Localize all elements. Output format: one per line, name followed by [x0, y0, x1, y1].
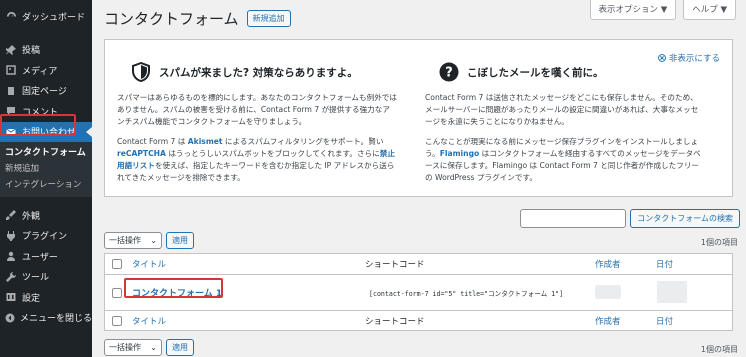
flamingo-heading: ? こぼしたメールを嘆く前に。 [439, 62, 705, 82]
sidebar-item-label: ユーザー [22, 252, 58, 263]
column-shortcode-footer: ショートコード [365, 317, 425, 327]
recaptcha-link[interactable]: reCAPTCHA [117, 149, 166, 158]
sidebar-item-dashboard[interactable]: ダッシュボード [0, 6, 92, 27]
spam-column: スパムが来ました? 対策ならありますよ。 スパマーはあらゆるものを標的にします。… [117, 62, 397, 192]
spam-p2-text: Contact Form 7 は [117, 137, 188, 146]
pin-icon [5, 44, 17, 56]
table-footer-row: タイトル ショートコード 作成者 日付 [105, 310, 732, 331]
sidebar-item-plugins[interactable]: プラグイン [0, 226, 92, 247]
column-title-footer[interactable]: タイトル [132, 315, 166, 327]
table-header-row: タイトル ショートコード 作成者 日付 [105, 254, 732, 275]
main-content: 表示オプション ▼ ヘルプ ▼ コンタクトフォーム 新規追加 非表示にする スパ… [92, 0, 746, 357]
media-icon [5, 64, 17, 76]
sidebar-item-tools[interactable]: ツール [0, 267, 92, 288]
screen-meta-links: 表示オプション ▼ ヘルプ ▼ [589, 0, 736, 20]
collapse-menu-button[interactable]: メニューを閉じる [0, 308, 92, 329]
sidebar-item-label: 投稿 [22, 46, 41, 57]
sidebar-item-label: ダッシュボード [22, 12, 86, 23]
highlight-box-form-title [124, 278, 223, 298]
column-date[interactable]: 日付 [656, 258, 673, 270]
bulk-action-label: 一括操作 [109, 236, 141, 245]
items-count: 1個の項目 [700, 238, 738, 247]
collapse-icon [5, 312, 15, 324]
sidebar-item-pages[interactable]: 固定ページ [0, 81, 92, 102]
sidebar-item-media[interactable]: メディア [0, 60, 92, 81]
submenu-add-new[interactable]: 新規追加 [0, 161, 92, 177]
chevron-down-icon: ⌄ [150, 236, 157, 245]
contact-submenu: コンタクトフォーム 新規追加 インテグレーション [0, 142, 92, 197]
page-title: コンタクトフォーム [104, 10, 239, 28]
add-new-button[interactable]: 新規追加 [246, 10, 291, 27]
shortcode-value[interactable]: [contact-form-7 id="5" title="コンタクトフォーム … [369, 288, 563, 298]
shield-icon [131, 62, 151, 82]
select-all-checkbox[interactable] [112, 259, 122, 269]
bulk-action-select[interactable]: 一括操作 ⌄ [104, 232, 162, 249]
sidebar-item-users[interactable]: ユーザー [0, 246, 92, 267]
spam-title: スパムが来ました? 対策ならありますよ。 [159, 66, 358, 79]
highlight-box-sidebar [0, 114, 76, 136]
flamingo-column: ? こぼしたメールを嘆く前に。 Contact Form 7 は送信されたメッセ… [425, 62, 705, 192]
settings-icon [5, 291, 17, 303]
column-shortcode: ショートコード [365, 260, 425, 270]
help-button[interactable]: ヘルプ ▼ [683, 0, 736, 20]
submenu-integration[interactable]: インテグレーション [0, 177, 92, 193]
column-author-footer[interactable]: 作成者 [595, 315, 621, 327]
tablenav-bottom: 一括操作 ⌄ 適用 [104, 339, 194, 356]
akismet-link[interactable]: Akismet [188, 137, 223, 146]
row-checkbox[interactable] [112, 287, 122, 298]
apply-button[interactable]: 適用 [166, 232, 194, 249]
search-button[interactable]: コンタクトフォームの検索 [630, 209, 740, 228]
spam-paragraph-2: Contact Form 7 は Akismet によるスパムフィルタリングをサ… [117, 136, 397, 184]
user-icon [5, 250, 17, 262]
tablenav-top: 一括操作 ⌄ 適用 [104, 232, 194, 249]
column-date-footer[interactable]: 日付 [656, 315, 673, 327]
sidebar-item-label: ツール [22, 273, 50, 284]
svg-text:?: ? [445, 66, 453, 81]
flamingo-link[interactable]: Flamingo [440, 149, 480, 158]
sidebar-item-label: プラグイン [22, 232, 68, 243]
help-circle-icon: ? [439, 62, 459, 82]
bulk-action-label: 一括操作 [109, 343, 141, 352]
screen-options-button[interactable]: 表示オプション ▼ [589, 0, 677, 20]
sidebar-item-label: 固定ページ [22, 87, 67, 98]
welcome-panel: 非表示にする スパムが来ました? 対策ならありますよ。 スパマーはあらゆるものを… [104, 39, 733, 197]
search-box: コンタクトフォームの検索 [520, 209, 740, 228]
flamingo-paragraph-1: Contact Form 7 は送信されたメッセージをどこにも保存しません。その… [425, 93, 699, 126]
search-input[interactable] [520, 209, 627, 228]
bulk-action-select-bottom[interactable]: 一括操作 ⌄ [104, 339, 162, 356]
title-row: コンタクトフォーム 新規追加 [104, 8, 291, 29]
dashboard-icon [5, 10, 17, 22]
page-icon [5, 85, 17, 97]
wrench-icon [5, 271, 17, 283]
flamingo-paragraph-2: こんなことが現実になる前にメッセージ保存プラグインをインストールしましょう。Fl… [425, 136, 705, 184]
apply-button-bottom[interactable]: 適用 [166, 339, 194, 356]
flamingo-title: こぼしたメールを嘆く前に。 [467, 66, 604, 79]
sidebar-item-posts[interactable]: 投稿 [0, 40, 92, 61]
spam-paragraph-1: スパマーはあらゆるものを標的にします。あなたのコンタクトフォームも例外ではありま… [117, 93, 397, 126]
chevron-down-icon: ⌄ [150, 343, 157, 352]
sidebar-item-appearance[interactable]: 外観 [0, 205, 92, 226]
sidebar-item-label: メディア [22, 66, 58, 77]
sidebar-item-settings[interactable]: 設定 [0, 287, 92, 308]
author-redacted [595, 285, 621, 299]
admin-sidebar: ダッシュボード 投稿 メディア 固定ページ コメント お問い合わせ コンタクトフ… [0, 0, 92, 357]
spam-p2-text: を使えば、指定したキーワードを含むか指定した IP アドレスから送られてきたメッ… [117, 161, 395, 182]
date-redacted [657, 281, 687, 303]
column-title[interactable]: タイトル [132, 258, 166, 270]
plugin-icon [5, 230, 17, 242]
spam-heading: スパムが来ました? 対策ならありますよ。 [131, 62, 397, 82]
sidebar-item-label: 外観 [22, 211, 41, 222]
items-count-bottom: 1個の項目 [700, 345, 738, 354]
select-all-checkbox-footer[interactable] [112, 316, 122, 326]
spam-p2-text: によるスパムフィルタリングをサポート。賢い [222, 137, 384, 146]
brush-icon [5, 209, 17, 221]
spam-p2-text: はうっとうしいスパムボットをブロックしてくれます。さらに [165, 149, 380, 158]
column-author[interactable]: 作成者 [595, 258, 621, 270]
sidebar-item-label: 設定 [22, 293, 41, 304]
sidebar-item-label: メニューを閉じる [20, 314, 93, 325]
submenu-contact-forms[interactable]: コンタクトフォーム [0, 145, 92, 161]
